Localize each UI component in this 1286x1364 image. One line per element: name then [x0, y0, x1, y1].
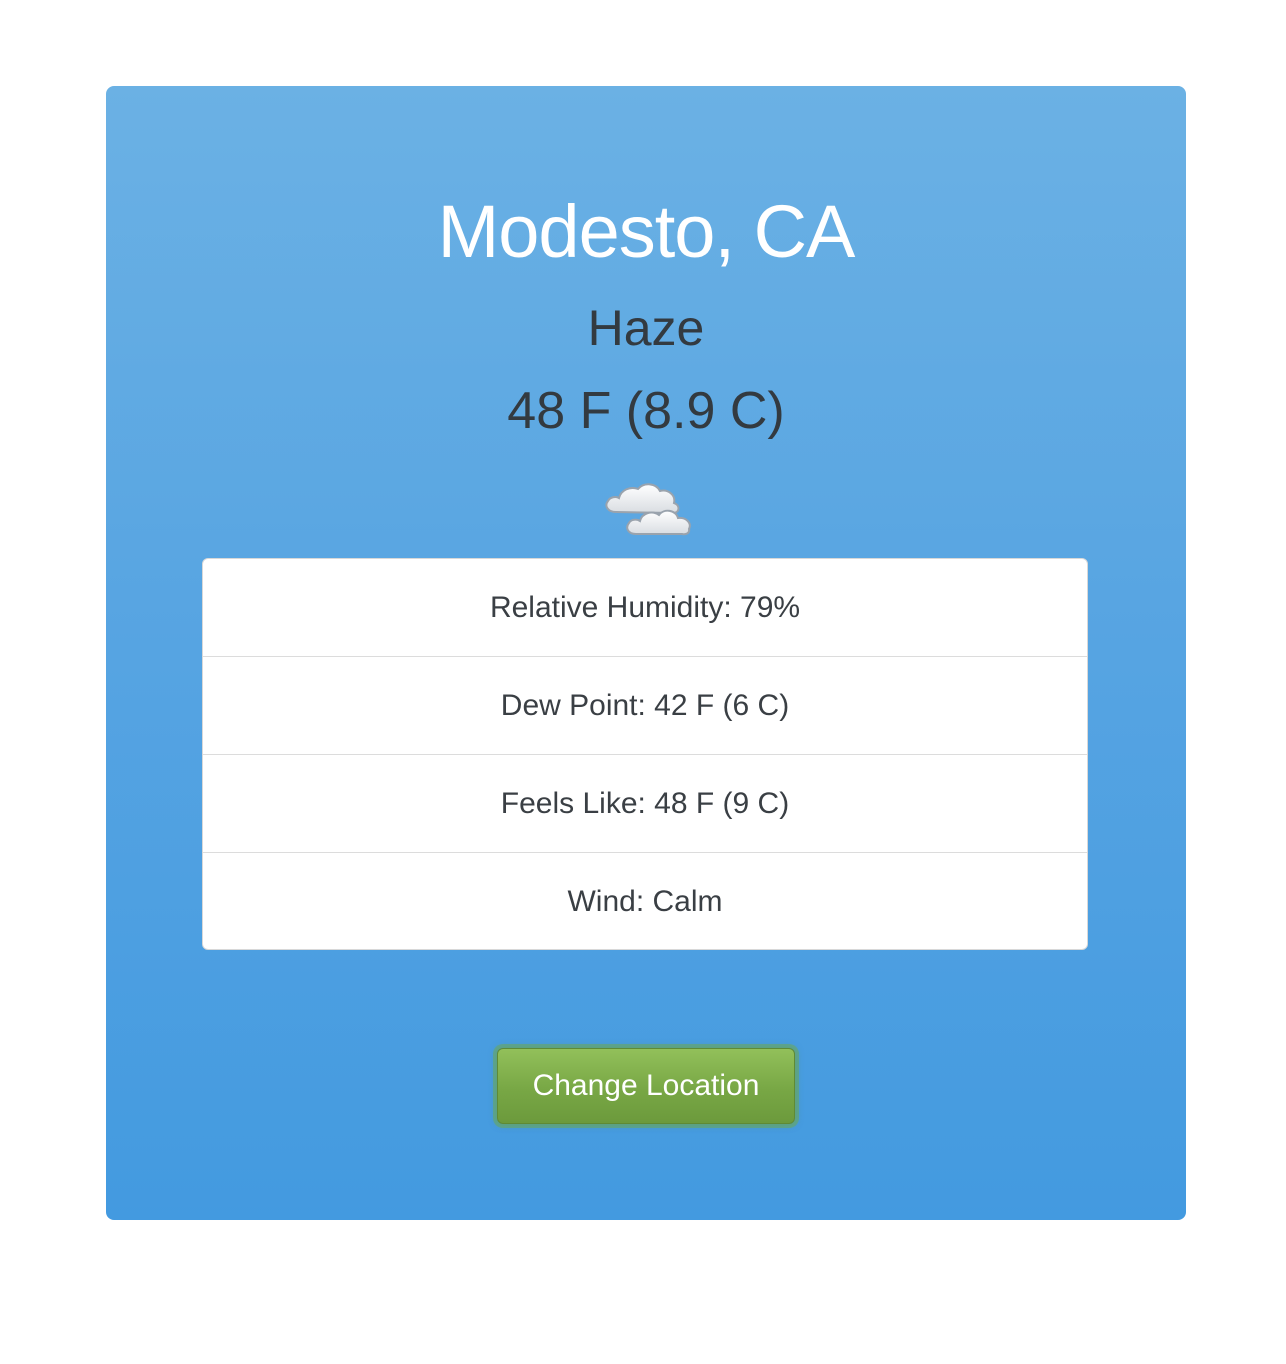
temperature-readout: 48 F (8.9 C)	[507, 382, 785, 440]
weather-card: Modesto, CA Haze 48 F (8.9 C) Relative H…	[106, 86, 1186, 1220]
weather-condition: Haze	[587, 300, 705, 356]
weather-details-list: Relative Humidity: 79% Dew Point: 42 F (…	[202, 558, 1088, 950]
dew-point-row: Dew Point: 42 F (6 C)	[203, 657, 1087, 755]
cloud-icon	[596, 472, 696, 542]
feels-like-row: Feels Like: 48 F (9 C)	[203, 755, 1087, 853]
change-location-button[interactable]: Change Location	[497, 1048, 795, 1124]
wind-row: Wind: Calm	[567, 885, 723, 918]
humidity-row: Relative Humidity: 79%	[203, 559, 1087, 657]
location-title: Modesto, CA	[437, 190, 856, 273]
